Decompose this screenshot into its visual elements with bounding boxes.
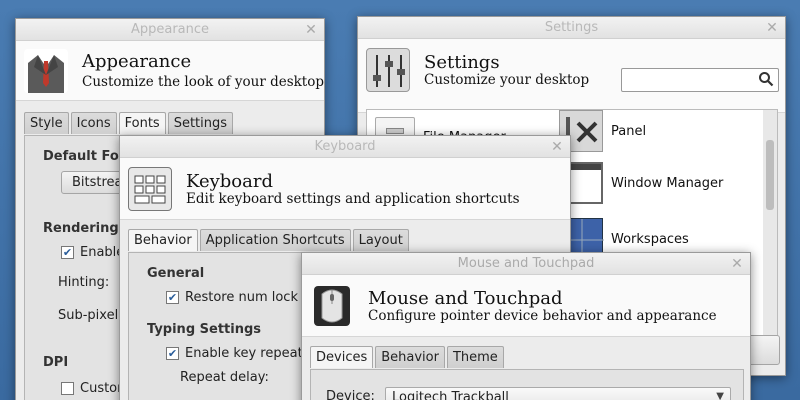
repeat-delay-label: Repeat delay: <box>180 370 269 385</box>
close-icon[interactable]: ✕ <box>765 17 779 39</box>
enable-antialias-checkbox[interactable]: ✔ <box>61 246 74 259</box>
settings-window-title: Settings <box>544 20 599 35</box>
mouse-subtitle: Configure pointer device behavior and ap… <box>368 308 717 324</box>
mouse-titlebar[interactable]: Mouse and Touchpad ✕ <box>302 253 750 275</box>
enable-key-repeat-row[interactable]: ✔ Enable key repeat <box>166 346 303 361</box>
list-item-label: Window Manager <box>611 175 724 191</box>
mouse-title: Mouse and Touchpad <box>368 288 563 309</box>
dpi-heading: DPI <box>43 355 69 370</box>
mouse-tabs: Devices Behavior Theme <box>310 346 504 368</box>
device-select-value: Logitech Trackball <box>392 390 509 400</box>
tab-theme[interactable]: Theme <box>446 346 504 368</box>
search-icon[interactable] <box>758 71 774 87</box>
rendering-heading: Rendering <box>43 221 119 236</box>
subpixel-label: Sub-pixel <box>58 308 119 323</box>
scroll-thumb[interactable] <box>766 140 774 210</box>
search-input[interactable] <box>621 68 779 92</box>
tab-fonts[interactable]: Fonts <box>118 112 166 134</box>
list-item-label: Workspaces <box>611 231 689 247</box>
general-heading: General <box>147 266 205 281</box>
appearance-titlebar[interactable]: Appearance ✕ <box>16 19 324 41</box>
appearance-window-title: Appearance <box>130 22 210 37</box>
list-item-window-manager[interactable]: Window Manager <box>559 162 723 204</box>
keyboard-window-title: Keyboard <box>314 139 376 154</box>
close-icon[interactable]: ✕ <box>730 253 744 275</box>
mouse-icon <box>310 284 354 328</box>
enable-key-repeat-label: Enable key repeat <box>185 346 303 361</box>
keyboard-title: Keyboard <box>186 171 274 192</box>
device-label: Device: <box>326 389 375 400</box>
tab-application-shortcuts[interactable]: Application Shortcuts <box>199 229 351 251</box>
restore-numlock-checkbox[interactable]: ✔ <box>166 291 179 304</box>
tab-behavior[interactable]: Behavior <box>128 229 198 251</box>
enable-antialias-row[interactable]: ✔ Enable <box>61 245 124 260</box>
keyboard-header: Keyboard Edit keyboard settings and appl… <box>120 158 570 220</box>
tab-behavior[interactable]: Behavior <box>375 346 445 368</box>
appearance-tabs: Style Icons Fonts Settings <box>24 112 234 134</box>
appearance-header: Appearance Customize the look of your de… <box>16 41 324 101</box>
restore-numlock-row[interactable]: ✔ Restore num lock s <box>166 290 309 305</box>
restore-numlock-label: Restore num lock s <box>185 290 309 305</box>
tab-layout[interactable]: Layout <box>352 229 409 251</box>
chevron-down-icon: ▼ <box>716 391 724 400</box>
keyboard-tabs: Behavior Application Shortcuts Layout <box>128 229 409 251</box>
device-select[interactable]: Logitech Trackball ▼ <box>385 387 731 400</box>
keyboard-icon <box>128 167 172 211</box>
keyboard-subtitle: Edit keyboard settings and application s… <box>186 191 520 207</box>
custom-dpi-checkbox[interactable] <box>61 382 74 395</box>
settings-subtitle: Customize your desktop <box>424 72 590 88</box>
tab-style[interactable]: Style <box>24 112 69 134</box>
typing-settings-heading: Typing Settings <box>147 322 262 337</box>
tab-icons[interactable]: Icons <box>70 112 117 134</box>
appearance-subtitle: Customize the look of your desktop <box>82 74 325 90</box>
close-icon[interactable]: ✕ <box>304 19 318 41</box>
tab-devices[interactable]: Devices <box>310 346 374 368</box>
appearance-suit-icon <box>24 49 68 93</box>
mouse-header: Mouse and Touchpad Configure pointer dev… <box>302 275 750 337</box>
mouse-devices-panel: Device: Logitech Trackball ▼ <box>310 369 744 400</box>
mouse-touchpad-window: Mouse and Touchpad ✕ Mouse and Touchpad … <box>301 252 751 400</box>
settings-scrollbar[interactable] <box>763 110 777 338</box>
hinting-label: Hinting: <box>58 275 110 290</box>
tab-settings[interactable]: Settings <box>167 112 234 134</box>
settings-header: Settings Customize your desktop <box>358 39 785 113</box>
settings-help-button[interactable] <box>746 335 780 365</box>
mouse-window-title: Mouse and Touchpad <box>457 256 595 271</box>
keyboard-titlebar[interactable]: Keyboard ✕ <box>120 136 570 158</box>
settings-title: Settings <box>424 52 500 73</box>
appearance-title: Appearance <box>82 51 192 72</box>
list-item-panel[interactable]: Panel <box>559 110 646 152</box>
settings-titlebar[interactable]: Settings ✕ <box>358 17 785 39</box>
default-font-heading: Default Fo <box>43 149 119 164</box>
settings-sliders-icon <box>366 48 410 92</box>
close-icon[interactable]: ✕ <box>550 136 564 158</box>
list-item-label: Panel <box>611 123 647 139</box>
enable-antialias-label: Enable <box>80 245 125 260</box>
enable-key-repeat-checkbox[interactable]: ✔ <box>166 347 179 360</box>
